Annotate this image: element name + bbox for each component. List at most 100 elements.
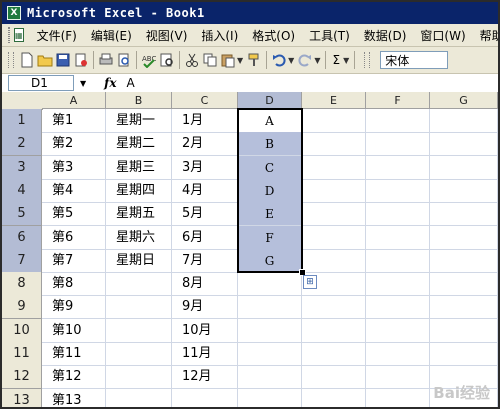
cell-a5[interactable]: 第5 xyxy=(42,202,106,227)
cell-d7[interactable]: G xyxy=(238,248,302,273)
cell-d4[interactable]: D xyxy=(238,178,302,203)
save-icon[interactable] xyxy=(55,52,71,68)
cell-a2[interactable]: 第2 xyxy=(42,132,106,157)
cell-b2[interactable]: 星期二 xyxy=(106,132,172,157)
row-header-8[interactable]: 8 xyxy=(2,272,42,297)
menu-grip-icon[interactable] xyxy=(8,27,10,43)
cell-b12[interactable] xyxy=(106,365,172,390)
cell-e3[interactable] xyxy=(302,155,366,180)
row-header-12[interactable]: 12 xyxy=(2,365,42,390)
cell-c9[interactable]: 9月 xyxy=(172,295,238,320)
row-header-13[interactable]: 13 xyxy=(2,388,42,407)
name-box-dropdown-icon[interactable]: ▼ xyxy=(80,79,86,88)
menu-window[interactable]: 窗口(W) xyxy=(413,27,472,44)
select-all-corner[interactable] xyxy=(2,92,43,110)
cell-b4[interactable]: 星期四 xyxy=(106,178,172,203)
cell-f3[interactable] xyxy=(366,155,430,180)
menu-edit[interactable]: 编辑(E) xyxy=(84,27,139,44)
cell-e12[interactable] xyxy=(302,365,366,390)
row-header-5[interactable]: 5 xyxy=(2,202,42,227)
column-header-d[interactable]: D xyxy=(238,92,302,109)
cell-b5[interactable]: 星期五 xyxy=(106,202,172,227)
cell-g9[interactable] xyxy=(430,295,498,320)
cell-a3[interactable]: 第3 xyxy=(42,155,106,180)
cell-c1[interactable]: 1月 xyxy=(172,109,238,133)
redo-dropdown-icon[interactable]: ▼ xyxy=(314,56,320,65)
row-header-4[interactable]: 4 xyxy=(2,178,42,203)
permission-icon[interactable] xyxy=(73,52,89,68)
row-header-10[interactable]: 10 xyxy=(2,318,42,343)
autosum-icon[interactable]: Σ xyxy=(332,53,340,67)
menu-view[interactable]: 视图(V) xyxy=(139,27,195,44)
cell-b9[interactable] xyxy=(106,295,172,320)
cell-a6[interactable]: 第6 xyxy=(42,225,106,250)
column-header-f[interactable]: F xyxy=(366,92,430,109)
redo-icon[interactable] xyxy=(297,52,313,68)
cell-g2[interactable] xyxy=(430,132,498,157)
menu-help[interactable]: 帮助(H) xyxy=(473,27,498,44)
row-header-9[interactable]: 9 xyxy=(2,295,42,320)
cell-e9[interactable] xyxy=(302,295,366,320)
cell-d10[interactable] xyxy=(238,318,302,343)
row-header-2[interactable]: 2 xyxy=(2,132,42,157)
cell-c12[interactable]: 12月 xyxy=(172,365,238,390)
formatting-toolbar-grip-icon[interactable] xyxy=(364,52,371,68)
cell-c3[interactable]: 3月 xyxy=(172,155,238,180)
cell-c4[interactable]: 4月 xyxy=(172,178,238,203)
cell-g3[interactable] xyxy=(430,155,498,180)
column-header-c[interactable]: C xyxy=(172,92,238,109)
cell-b8[interactable] xyxy=(106,272,172,297)
print-preview-icon[interactable] xyxy=(116,52,132,68)
cell-f7[interactable] xyxy=(366,248,430,273)
menu-file[interactable]: 文件(F) xyxy=(30,27,84,44)
cell-e10[interactable] xyxy=(302,318,366,343)
autofill-options-icon[interactable]: ⊞ xyxy=(303,275,317,290)
cell-f12[interactable] xyxy=(366,365,430,390)
cell-e6[interactable] xyxy=(302,225,366,250)
open-icon[interactable] xyxy=(37,52,53,68)
paste-dropdown-icon[interactable]: ▼ xyxy=(237,56,243,65)
cell-d9[interactable] xyxy=(238,295,302,320)
cell-c6[interactable]: 6月 xyxy=(172,225,238,250)
worksheet-grid[interactable]: A B C D E F G 1 第1 星期一 1月 A 2 第2 星期二 2月 B 3 第3 星期三 3月 C 4 第4 星期四… xyxy=(2,92,498,407)
undo-dropdown-icon[interactable]: ▼ xyxy=(288,56,294,65)
menu-format[interactable]: 格式(O) xyxy=(245,27,302,44)
new-icon[interactable] xyxy=(19,52,35,68)
row-header-11[interactable]: 11 xyxy=(2,342,42,366)
toolbar-grip-icon[interactable] xyxy=(8,52,14,68)
formula-input[interactable]: A xyxy=(126,76,134,90)
copy-icon[interactable] xyxy=(202,52,218,68)
cell-b3[interactable]: 星期三 xyxy=(106,155,172,180)
cell-e7[interactable] xyxy=(302,248,366,273)
menu-tools[interactable]: 工具(T) xyxy=(302,27,357,44)
cell-a9[interactable]: 第9 xyxy=(42,295,106,320)
cell-f6[interactable] xyxy=(366,225,430,250)
cell-a13[interactable]: 第13 xyxy=(42,388,106,407)
cell-d2[interactable]: B xyxy=(238,132,302,157)
spelling-icon[interactable]: ABC xyxy=(141,52,157,69)
cell-b10[interactable] xyxy=(106,318,172,343)
cell-d1[interactable]: A xyxy=(238,109,302,133)
font-name-select[interactable]: 宋体 xyxy=(380,51,449,69)
cell-g10[interactable] xyxy=(430,318,498,343)
cell-g11[interactable] xyxy=(430,342,498,366)
cell-a4[interactable]: 第4 xyxy=(42,178,106,203)
cell-b6[interactable]: 星期六 xyxy=(106,225,172,250)
cell-d3[interactable]: C xyxy=(238,155,302,180)
cell-d13[interactable] xyxy=(238,388,302,407)
cell-f5[interactable] xyxy=(366,202,430,227)
cell-d6[interactable]: F xyxy=(238,225,302,250)
cell-f4[interactable] xyxy=(366,178,430,203)
column-header-b[interactable]: B xyxy=(106,92,172,109)
cell-c7[interactable]: 7月 xyxy=(172,248,238,273)
cell-a11[interactable]: 第11 xyxy=(42,342,106,366)
cell-a10[interactable]: 第10 xyxy=(42,318,106,343)
paste-icon[interactable] xyxy=(220,52,236,68)
cell-d11[interactable] xyxy=(238,342,302,366)
cell-f2[interactable] xyxy=(366,132,430,157)
cell-g7[interactable] xyxy=(430,248,498,273)
cell-b7[interactable]: 星期日 xyxy=(106,248,172,273)
name-box[interactable]: D1 xyxy=(8,75,74,91)
menu-data[interactable]: 数据(D) xyxy=(357,27,414,44)
cut-icon[interactable] xyxy=(184,52,200,68)
